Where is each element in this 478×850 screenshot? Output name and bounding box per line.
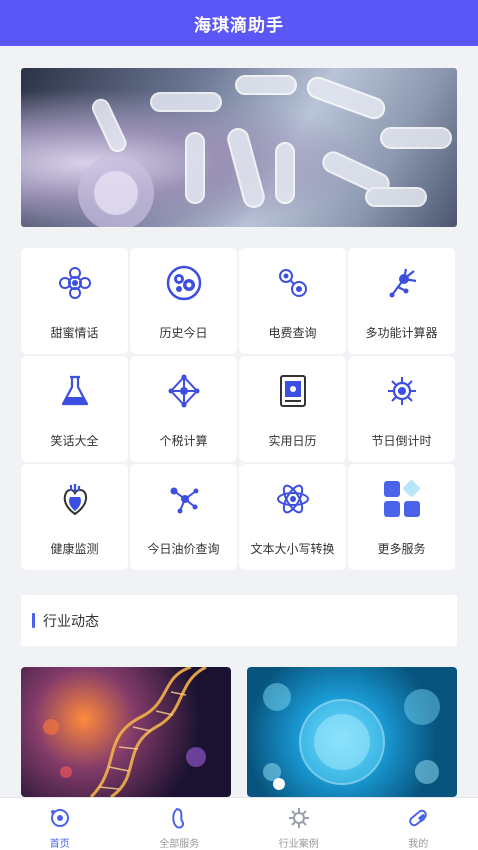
network-node-icon <box>164 371 204 411</box>
home-cell-icon <box>48 806 72 830</box>
flask-icon <box>55 371 95 411</box>
more-grid-icon <box>382 479 422 519</box>
top-bar: 海琪滴助手 <box>0 0 478 46</box>
tab-industry-cases[interactable]: 行业案例 <box>239 798 359 850</box>
service-tile[interactable]: 更多服务 <box>348 464 455 570</box>
service-label: 笑话大全 <box>50 434 99 448</box>
news-card-dna[interactable] <box>21 667 231 797</box>
service-label: 实用日历 <box>268 434 317 448</box>
service-label: 甜蜜情话 <box>50 326 99 340</box>
service-tile[interactable]: 实用日历 <box>239 356 346 462</box>
molecule-dots-icon <box>273 263 313 303</box>
service-tile[interactable]: 节日倒计时 <box>348 356 455 462</box>
flower-ring-icon <box>55 263 95 303</box>
service-label: 节日倒计时 <box>371 434 432 448</box>
service-tile[interactable]: 个税计算 <box>130 356 237 462</box>
tab-label: 首页 <box>49 839 70 850</box>
service-tile[interactable]: 文本大小写转换 <box>239 464 346 570</box>
profile-capsule-icon <box>406 806 430 830</box>
service-label: 电费查询 <box>268 326 317 340</box>
banner-carousel[interactable] <box>21 68 457 227</box>
heart-organ-icon <box>55 479 95 519</box>
virus-image <box>263 683 440 790</box>
service-label: 更多服务 <box>377 542 426 556</box>
service-tile[interactable]: 笑话大全 <box>21 356 128 462</box>
cells-circle-icon <box>164 263 204 303</box>
service-label: 今日油价查询 <box>147 542 220 556</box>
section-title: 行业动态 <box>43 613 99 630</box>
services-grid: 甜蜜情话 历史今日 电费查询 多功能计算器 笑话大全 个税计算 实用日历 节日倒… <box>21 248 457 570</box>
virus-icon <box>382 371 422 411</box>
service-tile[interactable]: 历史今日 <box>130 248 237 354</box>
neuron-icon <box>382 263 422 303</box>
industry-news-header: 行业动态 <box>21 595 457 646</box>
service-tile[interactable]: 甜蜜情话 <box>21 248 128 354</box>
bottom-tab-bar: 首页 全部服务 行业案例 我的 <box>0 797 478 850</box>
service-label: 文本大小写转换 <box>250 542 335 556</box>
service-label: 健康监测 <box>50 542 99 556</box>
service-tile[interactable]: 健康监测 <box>21 464 128 570</box>
tab-home[interactable]: 首页 <box>0 798 120 850</box>
dna-image <box>43 667 207 797</box>
atom-icon <box>273 479 313 519</box>
all-services-icon <box>167 806 191 830</box>
banner-bacteria-image <box>78 75 452 227</box>
industry-case-icon <box>287 806 311 830</box>
service-label: 多功能计算器 <box>365 326 438 340</box>
tab-profile[interactable]: 我的 <box>359 798 478 850</box>
service-label: 个税计算 <box>159 434 208 448</box>
service-tile[interactable]: 电费查询 <box>239 248 346 354</box>
tab-all-services[interactable]: 全部服务 <box>120 798 240 850</box>
section-marker <box>32 613 35 628</box>
calendar-card-icon <box>273 371 313 411</box>
tab-label: 全部服务 <box>159 839 200 850</box>
news-card-virus[interactable] <box>247 667 457 797</box>
tab-label: 我的 <box>408 839 429 850</box>
node-graph-icon <box>164 479 204 519</box>
tab-label: 行业案例 <box>278 839 319 850</box>
service-label: 历史今日 <box>159 326 208 340</box>
service-tile[interactable]: 今日油价查询 <box>130 464 237 570</box>
app-title: 海琪滴助手 <box>194 15 284 36</box>
service-tile[interactable]: 多功能计算器 <box>348 248 455 354</box>
